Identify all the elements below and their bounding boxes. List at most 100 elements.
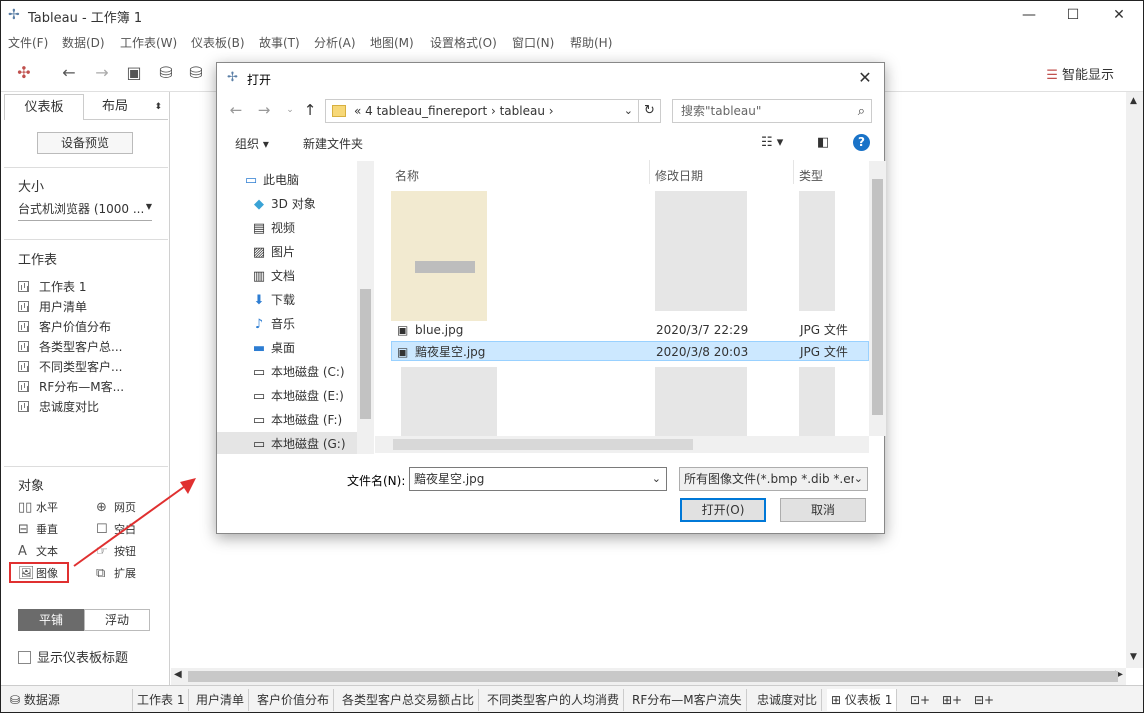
sheet-tab[interactable]: 不同类型客户的人均消费 bbox=[483, 689, 625, 711]
nav-label: 视频 bbox=[271, 221, 296, 235]
menu-analysis[interactable]: 分析(A) bbox=[314, 34, 356, 51]
filename-input[interactable]: 黯夜星空.jpg ⌄ bbox=[409, 467, 667, 491]
menu-help[interactable]: 帮助(H) bbox=[570, 34, 612, 51]
scroll-up-icon[interactable]: ▲ bbox=[1130, 96, 1137, 106]
dropdown-arrow-icon[interactable]: ⌄ bbox=[853, 468, 863, 490]
show-title-checkbox[interactable]: 显示仪表板标题 bbox=[18, 647, 128, 666]
forward-arrow-icon[interactable]: → bbox=[255, 101, 273, 119]
refresh-button[interactable]: ↻ bbox=[639, 99, 661, 123]
sheet-item[interactable]: 客户价值分布 bbox=[18, 318, 111, 335]
dropdown-arrow-icon[interactable]: ⌄ bbox=[652, 468, 661, 490]
new-datasource-icon[interactable]: ⛁ bbox=[156, 63, 176, 83]
object-text[interactable]: A 文本 bbox=[18, 543, 58, 559]
file-row[interactable]: ▣ blue.jpg 2020/3/7 22:29 JPG 文件 bbox=[391, 320, 869, 340]
sheet-item[interactable]: 工作表 1 bbox=[18, 278, 86, 295]
cancel-button[interactable]: 取消 bbox=[780, 498, 866, 522]
sheet-tab[interactable]: 用户清单 bbox=[192, 689, 250, 711]
tab-layout[interactable]: 布局 ⬍ bbox=[88, 94, 168, 120]
close-button[interactable]: ✕ bbox=[1096, 0, 1142, 30]
smart-show-button[interactable]: ☰ 智能显示 bbox=[1046, 64, 1114, 83]
nav-scroll-thumb[interactable] bbox=[360, 289, 371, 419]
sheet-item[interactable]: 不同类型客户... bbox=[18, 358, 122, 375]
up-arrow-icon[interactable]: ↑ bbox=[301, 101, 319, 119]
nav-label: 此电脑 bbox=[263, 173, 300, 187]
tab-layout-label: 布局 bbox=[102, 99, 129, 114]
sheet-item[interactable]: RF分布—M客... bbox=[18, 378, 124, 395]
device-preview-button[interactable]: 设备预览 bbox=[37, 132, 133, 154]
nav-label: 桌面 bbox=[271, 341, 296, 355]
horizontal-scroll-thumb[interactable] bbox=[188, 671, 1118, 682]
forward-arrow-icon[interactable]: → bbox=[92, 63, 112, 83]
datasource-tab[interactable]: ⛁ 数据源 bbox=[6, 689, 64, 711]
new-worksheet-icon[interactable]: ⊡+ bbox=[906, 689, 934, 711]
maximize-button[interactable]: ☐ bbox=[1050, 0, 1096, 30]
recent-dropdown-icon[interactable]: ⌄ bbox=[281, 105, 299, 115]
address-dropdown-icon[interactable]: ⌄ bbox=[624, 100, 633, 122]
column-modified[interactable]: 修改日期 bbox=[655, 167, 703, 184]
dashboard-tab-active[interactable]: ⊞ 仪表板 1 bbox=[827, 689, 898, 711]
dashboard-side-panel: 仪表板 布局 ⬍ 设备预览 大小 台式机浏览器 (1000 ... ▼ 工作表 … bbox=[0, 92, 170, 685]
save-icon[interactable]: ▣ bbox=[124, 63, 144, 83]
sheet-item[interactable]: 忠诚度对比 bbox=[18, 398, 99, 415]
menu-story[interactable]: 故事(T) bbox=[259, 34, 300, 51]
menu-window[interactable]: 窗口(N) bbox=[512, 34, 554, 51]
sheet-item[interactable]: 各类型客户总... bbox=[18, 338, 122, 355]
sheet-tab[interactable]: 工作表 1 bbox=[132, 689, 190, 711]
new-folder-button[interactable]: 新建文件夹 bbox=[303, 135, 363, 152]
preview-pane-icon[interactable]: ◧ bbox=[817, 135, 829, 150]
object-horizontal[interactable]: ▯▯ 水平 bbox=[18, 499, 58, 515]
open-button[interactable]: 打开(O) bbox=[680, 498, 766, 522]
divider bbox=[4, 466, 168, 467]
scroll-left-icon[interactable]: ◀ bbox=[174, 669, 182, 680]
file-type: JPG 文件 bbox=[800, 323, 848, 337]
organize-menu[interactable]: 组织 ▾ bbox=[235, 135, 269, 152]
menu-worksheet[interactable]: 工作表(W) bbox=[120, 34, 177, 51]
objects-label: 对象 bbox=[18, 479, 45, 494]
new-story-icon[interactable]: ⊟+ bbox=[970, 689, 998, 711]
tiled-toggle[interactable]: 平铺 bbox=[18, 609, 84, 631]
nav-label: 本地磁盘 (G:) bbox=[271, 437, 346, 451]
back-arrow-icon[interactable]: ← bbox=[227, 101, 245, 119]
file-type-filter[interactable]: 所有图像文件(*.bmp *.dib *.er ⌄ bbox=[679, 467, 868, 491]
column-type[interactable]: 类型 bbox=[799, 167, 823, 184]
menu-data[interactable]: 数据(D) bbox=[62, 34, 105, 51]
column-divider bbox=[649, 160, 650, 184]
minimize-button[interactable]: — bbox=[1006, 0, 1052, 30]
picture-icon: ▨ bbox=[252, 245, 266, 260]
scroll-down-icon[interactable]: ▼ bbox=[1130, 652, 1137, 662]
address-bar[interactable]: « 4 tableau_finereport › tableau › ⌄ bbox=[325, 99, 639, 123]
file-list-hscroll-thumb[interactable] bbox=[393, 439, 693, 450]
blurred-types bbox=[799, 367, 835, 437]
file-name: 黯夜星空.jpg bbox=[415, 345, 486, 359]
new-dashboard-icon[interactable]: ⊞+ bbox=[938, 689, 966, 711]
file-list-scroll-thumb[interactable] bbox=[872, 179, 883, 415]
pause-updates-icon[interactable]: ⛁ bbox=[186, 63, 206, 83]
menu-format[interactable]: 设置格式(O) bbox=[430, 34, 497, 51]
back-arrow-icon[interactable]: ← bbox=[59, 63, 79, 83]
object-label: 水平 bbox=[36, 501, 58, 514]
sheet-tab[interactable]: 忠诚度对比 bbox=[753, 689, 823, 711]
vertical-scrollbar[interactable]: ▲ ▼ bbox=[1126, 92, 1144, 668]
filename-value: 黯夜星空.jpg bbox=[414, 472, 485, 486]
sheet-tab[interactable]: 各类型客户总交易额占比 bbox=[338, 689, 480, 711]
size-dropdown[interactable]: 台式机浏览器 (1000 ... ▼ bbox=[18, 200, 152, 221]
object-vertical[interactable]: ⊟ 垂直 bbox=[18, 521, 58, 537]
search-placeholder: 搜索"tableau" bbox=[681, 104, 762, 118]
menu-dashboard[interactable]: 仪表板(B) bbox=[191, 34, 245, 51]
menu-map[interactable]: 地图(M) bbox=[370, 34, 414, 51]
column-name[interactable]: 名称 bbox=[395, 167, 419, 184]
menu-file[interactable]: 文件(F) bbox=[8, 34, 48, 51]
view-options-icon[interactable]: ☷ ▾ bbox=[761, 135, 783, 150]
floating-toggle[interactable]: 浮动 bbox=[84, 609, 150, 631]
dialog-close-button[interactable]: ✕ bbox=[854, 67, 876, 89]
sheet-tab[interactable]: 客户价值分布 bbox=[253, 689, 335, 711]
sheet-label: 忠诚度对比 bbox=[39, 400, 100, 414]
sheet-tab[interactable]: RF分布—M客户流失 bbox=[628, 689, 747, 711]
vertical-icon: ⊟ bbox=[18, 522, 29, 537]
file-row-selected[interactable]: ▣ 黯夜星空.jpg 2020/3/8 20:03 JPG 文件 bbox=[391, 341, 869, 361]
search-input[interactable]: 搜索"tableau" ⌕ bbox=[672, 99, 872, 123]
tableau-home-icon[interactable]: ✣ bbox=[14, 63, 34, 83]
help-icon[interactable]: ? bbox=[853, 134, 870, 151]
sheet-item[interactable]: 用户清单 bbox=[18, 298, 87, 315]
tab-dashboard[interactable]: 仪表板 bbox=[4, 94, 84, 120]
